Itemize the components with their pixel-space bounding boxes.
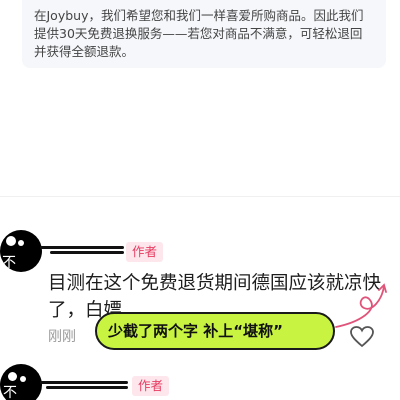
policy-card: 在Joybuy，我们希望您和我们一样喜爱所购商品。因此我们提供30天免费退换服务… [22,0,386,68]
annotation-arrow [335,283,387,328]
annotation-text: 少截了两个字 补上“堪称” [108,322,283,340]
avatar[interactable]: 不 [0,364,42,400]
author-badge: 作者 [126,242,164,262]
avatar[interactable]: 不 [0,230,42,272]
like-heart-icon[interactable] [350,326,374,348]
policy-text: 在Joybuy，我们希望您和我们一样喜爱所购商品。因此我们提供30天免费退换服务… [34,8,364,59]
comment-timestamp: 刚刚 [48,329,76,345]
author-name[interactable] [40,376,128,392]
divider [0,196,400,197]
author-badge: 作者 [132,376,170,396]
author-name[interactable] [40,241,124,257]
